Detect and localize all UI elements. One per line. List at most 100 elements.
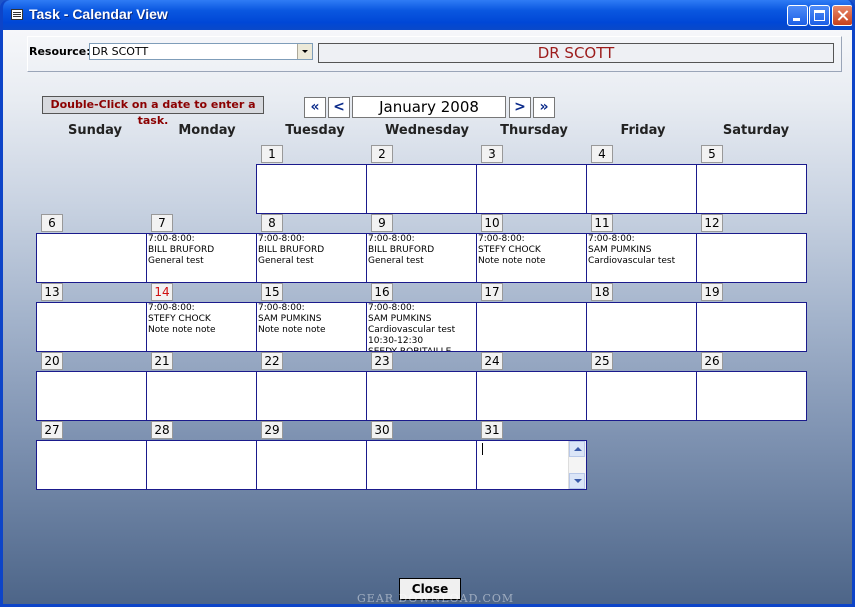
resource-label: Resource: [29, 45, 91, 58]
day-cell-9[interactable]: 7:00-8:00: BILL BRUFORD General test [366, 233, 477, 283]
previous-month-button[interactable]: < [328, 97, 350, 118]
form-icon [11, 9, 23, 20]
month-label: January 2008 [352, 96, 506, 118]
next-month-button[interactable]: > [509, 97, 531, 118]
day-number-24: 24 [481, 352, 503, 370]
day-number-13: 13 [41, 283, 63, 301]
day-number-9: 9 [371, 214, 393, 232]
day-number-30: 30 [371, 421, 393, 439]
chevron-down-icon[interactable] [297, 44, 312, 59]
scroll-down-arrow-icon[interactable] [569, 473, 585, 489]
day-tasks-15: 7:00-8:00: SAM PUMKINS Note note note [258, 303, 326, 335]
day-number-27: 27 [41, 421, 63, 439]
day-number-28: 28 [151, 421, 173, 439]
day-number-12: 12 [701, 214, 723, 232]
day-tasks-11: 7:00-8:00: SAM PUMKINS Cardiovascular te… [588, 234, 676, 266]
day-cell-20[interactable] [36, 371, 147, 421]
cell-scrollbar[interactable] [568, 441, 586, 489]
day-number-1: 1 [261, 145, 283, 163]
day-number-4: 4 [591, 145, 613, 163]
day-cell-27[interactable] [36, 440, 147, 490]
watermark: GEAR DOWNLOAD.COM [357, 592, 515, 605]
weekday-label-wednesday: Wednesday [385, 123, 469, 138]
day-tasks-8: 7:00-8:00: BILL BRUFORD General test [258, 234, 325, 266]
maximize-button[interactable] [809, 5, 830, 26]
task-calendar-window: Task - Calendar View Resource: DR SCOTT … [0, 0, 855, 607]
last-month-button[interactable]: » [533, 97, 555, 118]
day-number-8: 8 [261, 214, 283, 232]
day-cell-16[interactable]: 7:00-8:00: SAM PUMKINS Cardiovascular te… [366, 302, 477, 352]
day-cell-26[interactable] [696, 371, 807, 421]
resource-combobox-value: DR SCOTT [92, 45, 149, 58]
day-cell-2[interactable] [366, 164, 477, 214]
day-cell-10[interactable]: 7:00-8:00: STEFY CHOCK Note note note [476, 233, 587, 283]
day-cell-29[interactable] [256, 440, 367, 490]
day-number-3: 3 [481, 145, 503, 163]
day-number-7: 7 [151, 214, 173, 232]
day-cell-17[interactable] [476, 302, 587, 352]
day-cell-30[interactable] [366, 440, 477, 490]
day-number-2: 2 [371, 145, 393, 163]
day-number-26: 26 [701, 352, 723, 370]
day-number-11: 11 [591, 214, 613, 232]
day-cell-25[interactable] [586, 371, 697, 421]
day-number-21: 21 [151, 352, 173, 370]
day-number-19: 19 [701, 283, 723, 301]
day-cell-24[interactable] [476, 371, 587, 421]
day-cell-1[interactable] [256, 164, 367, 214]
title-bar[interactable]: Task - Calendar View [3, 0, 852, 30]
window-title: Task - Calendar View [29, 6, 168, 22]
scroll-up-arrow-icon[interactable] [569, 441, 585, 457]
day-cell-23[interactable] [366, 371, 477, 421]
day-number-20: 20 [41, 352, 63, 370]
day-tasks-7: 7:00-8:00: BILL BRUFORD General test [148, 234, 215, 266]
weekday-label-thursday: Thursday [500, 123, 568, 138]
day-cell-12[interactable] [696, 233, 807, 283]
day-number-16: 16 [371, 283, 393, 301]
day-number-14: 14 [151, 283, 173, 301]
minimize-button[interactable] [787, 5, 808, 26]
day-cell-31[interactable] [476, 440, 587, 490]
day-cell-13[interactable] [36, 302, 147, 352]
day-cell-3[interactable] [476, 164, 587, 214]
text-cursor [482, 443, 483, 455]
day-cell-8[interactable]: 7:00-8:00: BILL BRUFORD General test [256, 233, 367, 283]
day-number-15: 15 [261, 283, 283, 301]
day-number-5: 5 [701, 145, 723, 163]
weekday-label-friday: Friday [620, 123, 666, 138]
day-number-10: 10 [481, 214, 503, 232]
resource-name-display: DR SCOTT [318, 43, 834, 63]
day-cell-7[interactable]: 7:00-8:00: BILL BRUFORD General test [146, 233, 257, 283]
day-number-22: 22 [261, 352, 283, 370]
day-cell-21[interactable] [146, 371, 257, 421]
weekday-label-monday: Monday [178, 123, 236, 138]
day-number-6: 6 [41, 214, 63, 232]
resource-combobox[interactable]: DR SCOTT [89, 43, 313, 60]
day-cell-5[interactable] [696, 164, 807, 214]
weekday-label-saturday: Saturday [722, 123, 790, 138]
weekday-label-sunday: Sunday [67, 123, 123, 138]
day-cell-6[interactable] [36, 233, 147, 283]
day-number-23: 23 [371, 352, 393, 370]
first-month-button[interactable]: « [304, 97, 326, 118]
day-number-25: 25 [591, 352, 613, 370]
day-tasks-10: 7:00-8:00: STEFY CHOCK Note note note [478, 234, 546, 266]
day-tasks-9: 7:00-8:00: BILL BRUFORD General test [368, 234, 435, 266]
instruction-label: Double-Click on a date to enter a task. [42, 96, 264, 127]
day-cell-15[interactable]: 7:00-8:00: SAM PUMKINS Note note note [256, 302, 367, 352]
close-window-button[interactable] [832, 5, 852, 26]
day-number-17: 17 [481, 283, 503, 301]
day-number-31: 31 [481, 421, 503, 439]
weekday-label-tuesday: Tuesday [285, 123, 345, 138]
day-cell-28[interactable] [146, 440, 257, 490]
day-tasks-16: 7:00-8:00: SAM PUMKINS Cardiovascular te… [368, 303, 456, 352]
day-cell-11[interactable]: 7:00-8:00: SAM PUMKINS Cardiovascular te… [586, 233, 697, 283]
day-cell-19[interactable] [696, 302, 807, 352]
day-cell-14[interactable]: 7:00-8:00: STEFY CHOCK Note note note [146, 302, 257, 352]
day-tasks-14: 7:00-8:00: STEFY CHOCK Note note note [148, 303, 216, 335]
calendar-form: Resource: DR SCOTT DR SCOTT Double-Click… [3, 30, 852, 605]
day-cell-18[interactable] [586, 302, 697, 352]
day-cell-4[interactable] [586, 164, 697, 214]
day-cell-22[interactable] [256, 371, 367, 421]
day-number-29: 29 [261, 421, 283, 439]
